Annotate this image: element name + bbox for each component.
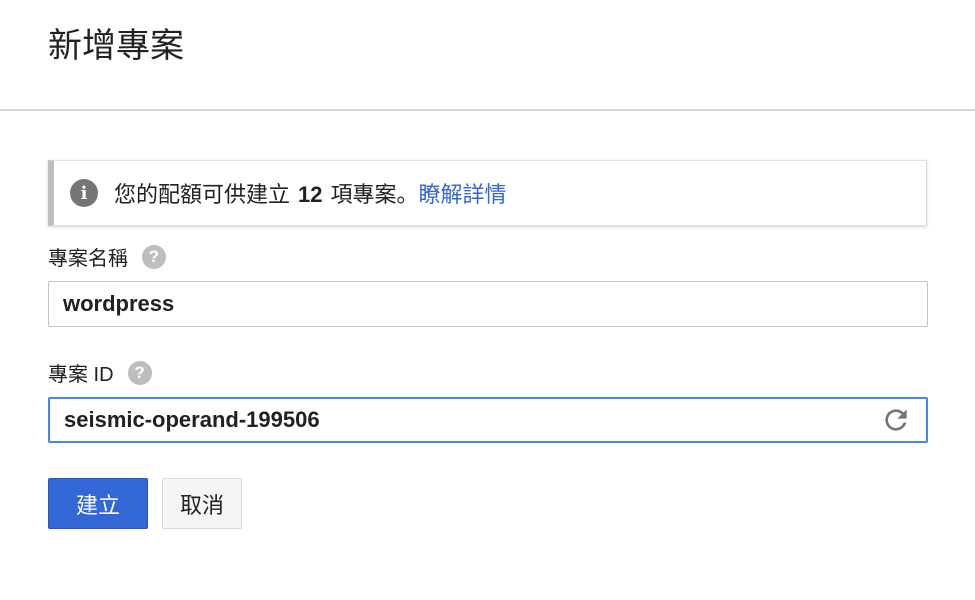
project-name-input[interactable] [48,281,928,327]
project-name-label: 專案名稱 [48,248,128,270]
quota-count: 12 [298,182,323,207]
refresh-icon[interactable] [878,402,914,438]
help-icon[interactable]: ? [127,360,152,385]
quota-notice: i 您的配額可供建立 12 項專案。 瞭解詳情 [48,160,927,226]
quota-text-before: 您的配額可供建立 [114,182,291,207]
project-id-label-row: 專案 ID ? [48,358,152,387]
create-button[interactable]: 建立 [48,478,148,529]
project-name-label-row: 專案名稱 ? [48,242,166,271]
quota-notice-text: 您的配額可供建立 12 項專案。 瞭解詳情 [114,177,507,209]
quota-text-after: 項專案。 [330,182,419,207]
page-title: 新增專案 [48,27,184,65]
refresh-icon-glyph [885,409,907,431]
cancel-button[interactable]: 取消 [162,478,242,529]
learn-more-link[interactable]: 瞭解詳情 [419,177,507,209]
project-id-input[interactable] [48,397,928,443]
title-divider [0,109,975,111]
new-project-dialog: 新增專案 i 您的配額可供建立 12 項專案。 瞭解詳情 專案名稱 ? 專案 I… [0,0,975,600]
info-icon: i [70,179,98,207]
project-id-label: 專案 ID [48,364,114,386]
help-icon[interactable]: ? [142,244,166,269]
